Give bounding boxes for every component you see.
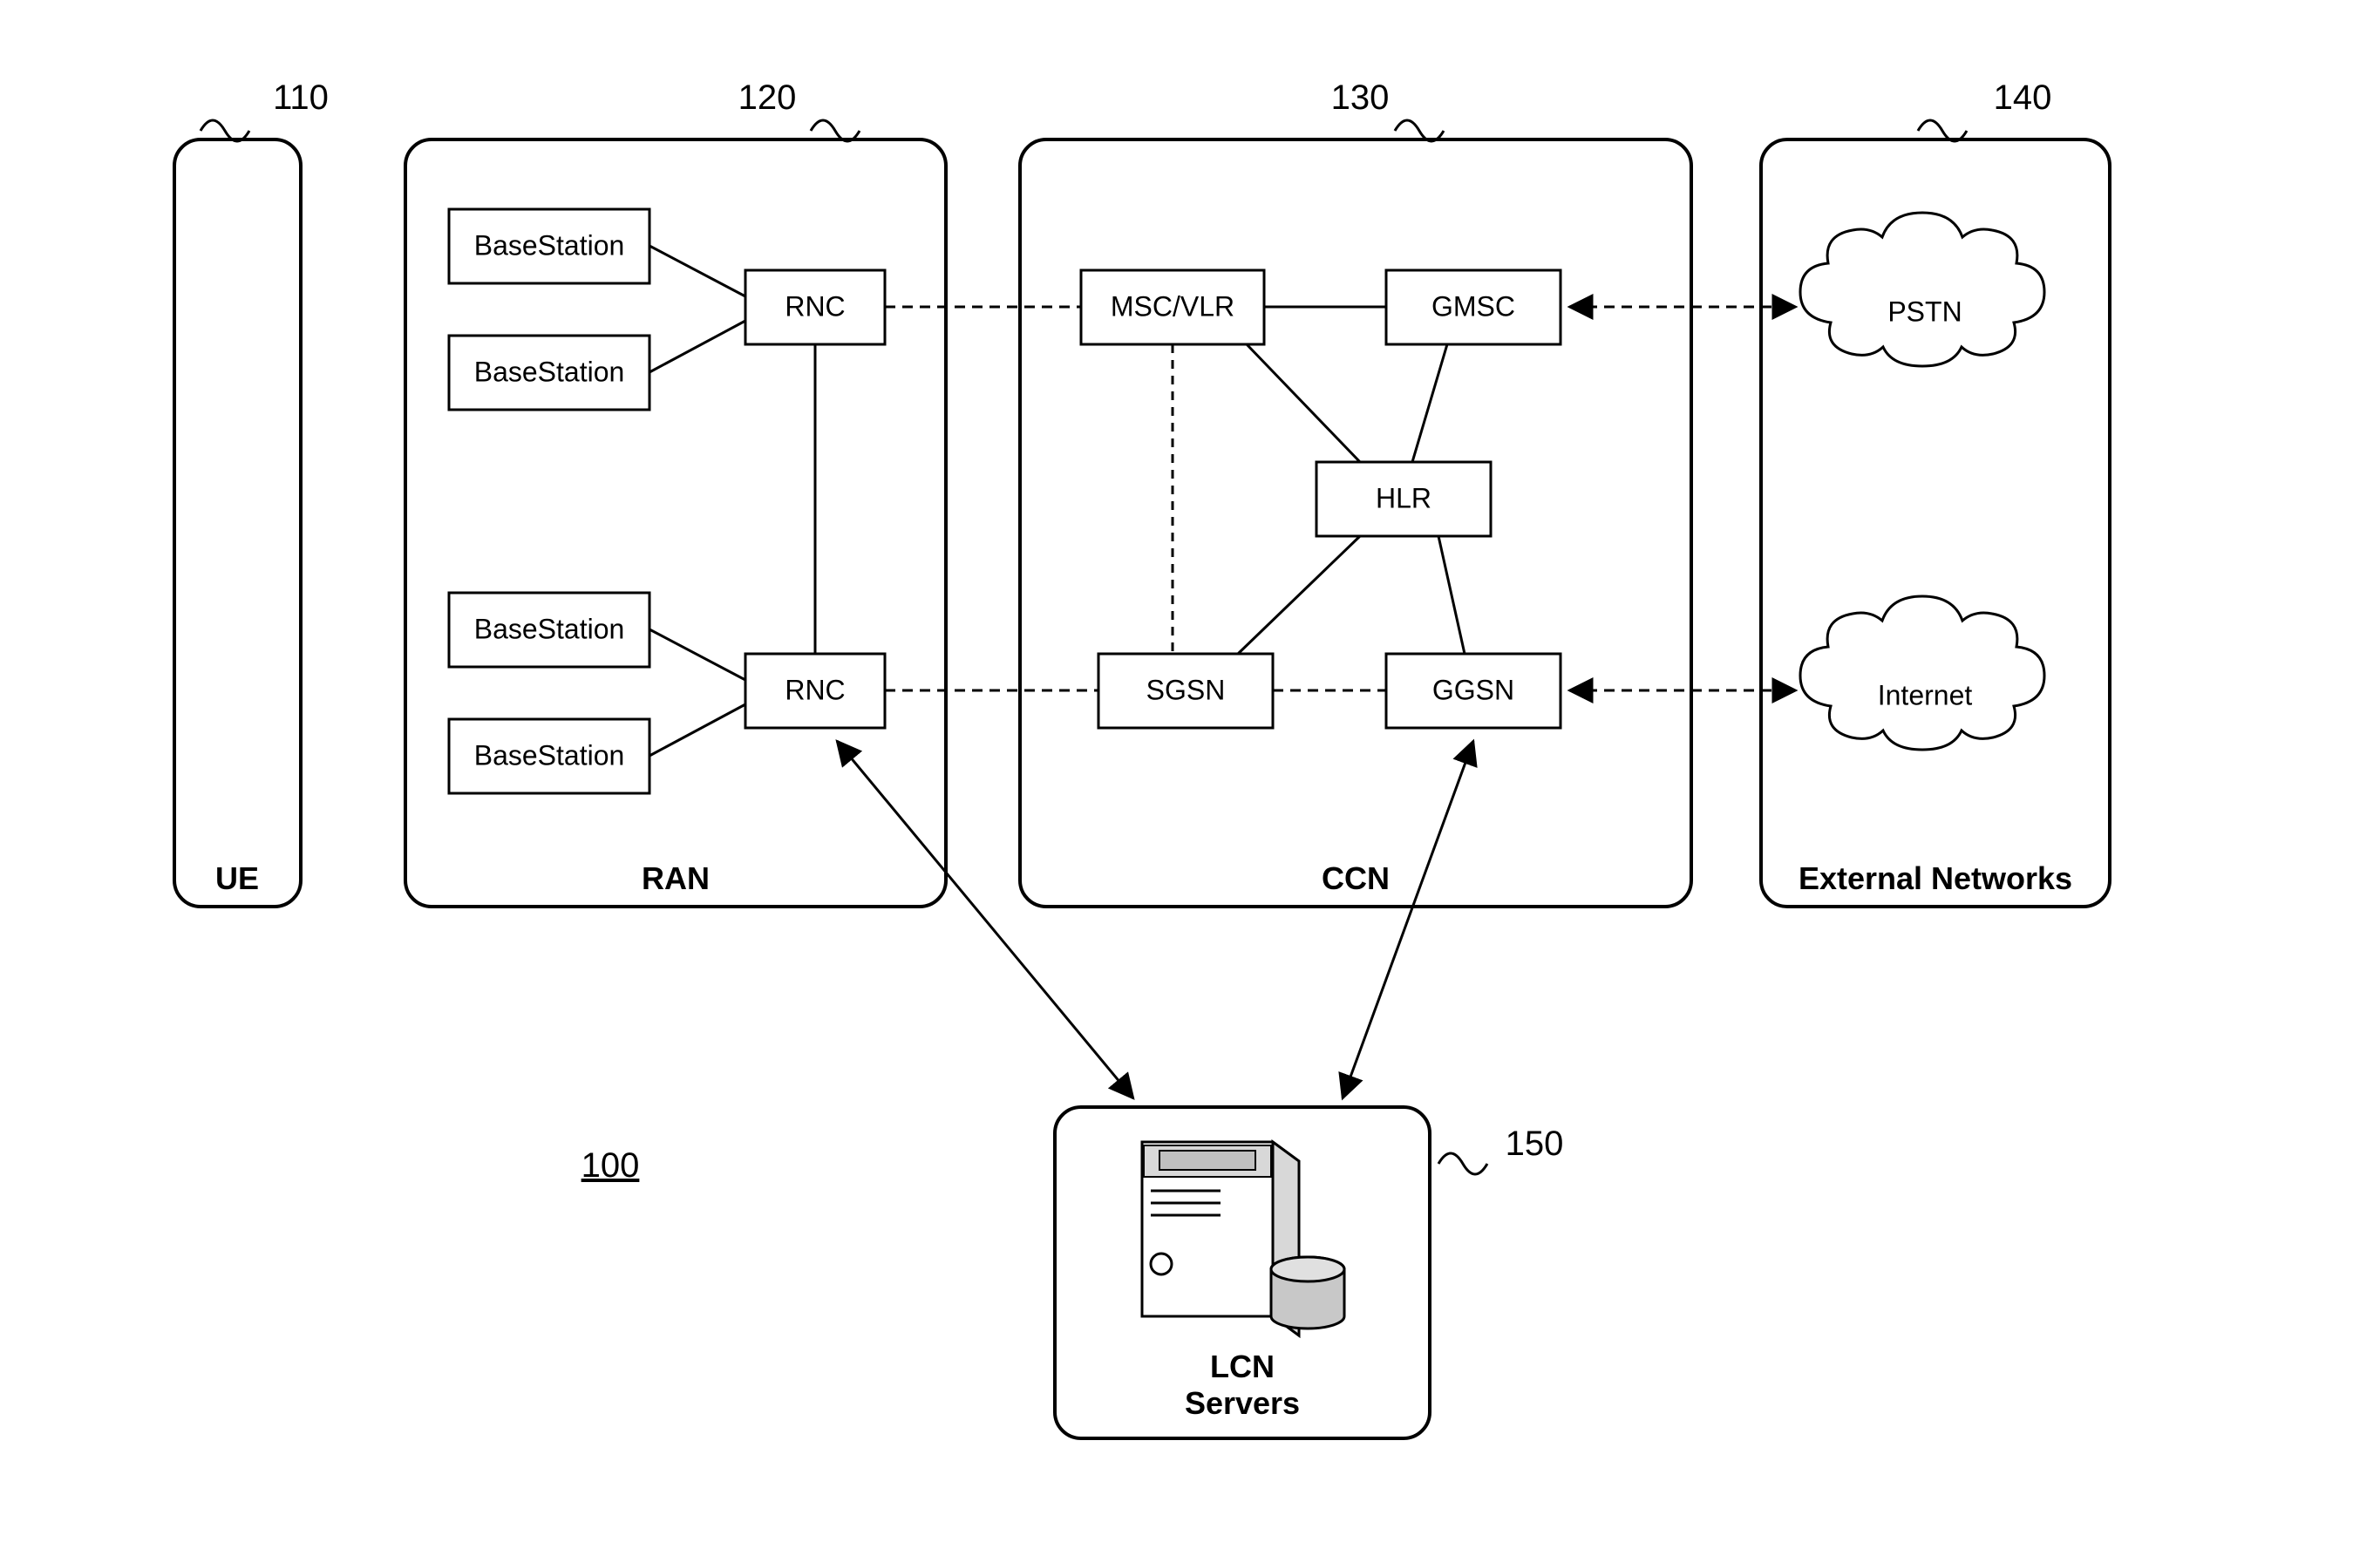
callout-lcn: 150 [1506,1125,1564,1163]
lcn-label-2: Servers [1185,1385,1300,1421]
callout-ran: 120 [738,78,797,117]
basestation-1-label: BaseStation [474,229,625,261]
diagram-canvas: 110 120 130 140 150 UE RAN BaseStation B… [0,0,2380,1563]
ran-label: RAN [642,860,710,896]
ccn-panel [1020,139,1691,907]
server-icon [1142,1142,1344,1335]
pstn-cloud: PSTN [1800,213,2044,366]
ggsn-label: GGSN [1432,674,1514,705]
callout-ue: 110 [273,78,329,117]
figure-id: 100 [581,1146,640,1185]
callout-ext: 140 [1994,78,2052,117]
ccn-label: CCN [1322,860,1390,896]
callout-ccn: 130 [1331,78,1390,117]
basestation-3-label: BaseStation [474,613,625,644]
internet-cloud: Internet [1800,596,2044,750]
basestation-2-label: BaseStation [474,356,625,387]
hlr-label: HLR [1376,482,1431,513]
basestation-4-label: BaseStation [474,739,625,771]
rnc-1-label: RNC [785,290,845,322]
gmsc-label: GMSC [1431,290,1515,322]
lcn-label-1: LCN [1210,1349,1275,1384]
internet-label: Internet [1878,679,1973,710]
ue-label: UE [215,860,259,896]
mscvlr-label: MSC/VLR [1111,290,1234,322]
pstn-label: PSTN [1887,296,1962,327]
ue-panel [174,139,301,907]
ext-label: External Networks [1799,860,2072,896]
ext-panel [1761,139,2110,907]
rnc-2-label: RNC [785,674,845,705]
sgsn-label: SGSN [1146,674,1226,705]
